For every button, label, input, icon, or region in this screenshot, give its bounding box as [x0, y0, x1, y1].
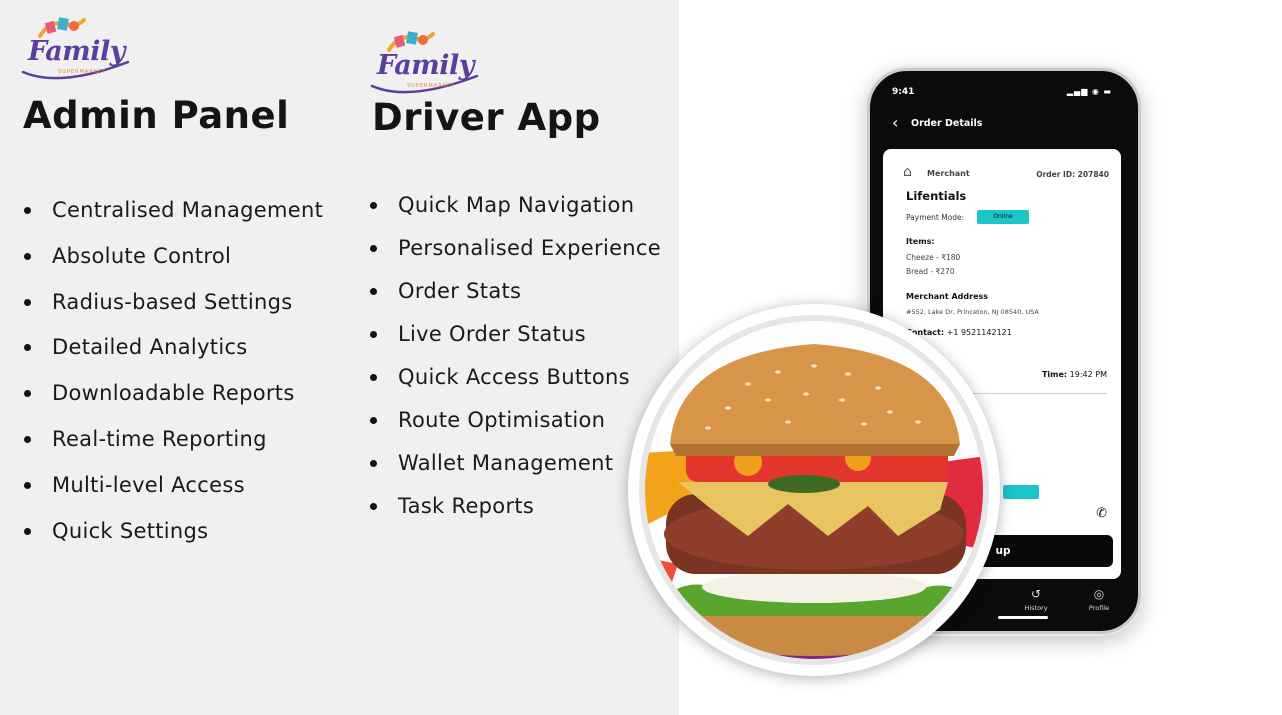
list-item: Centralised Management: [24, 197, 323, 223]
list-item: Order Stats: [370, 278, 661, 304]
list-item: Quick Map Navigation: [370, 192, 661, 218]
profile-icon: ◎: [1093, 587, 1105, 601]
driver-feature-list: Quick Map Navigation Personalised Experi…: [370, 192, 661, 536]
order-item: Bread - ₹270: [906, 267, 955, 276]
time-row: Time: 19:42 PM: [1042, 370, 1107, 379]
list-item: Quick Settings: [24, 518, 323, 544]
home-icon: ⌂: [903, 164, 912, 180]
list-item: Absolute Control: [24, 243, 323, 269]
logo-wordmark: Family: [377, 50, 474, 81]
tab-profile[interactable]: ◎ Profile: [1079, 587, 1119, 612]
list-item: Route Optimisation: [370, 407, 661, 433]
list-item: Task Reports: [370, 493, 661, 519]
screen-title: Order Details: [911, 118, 983, 129]
order-id: Order ID: 207840: [1036, 170, 1109, 179]
logo-wordmark: Family: [28, 36, 125, 67]
burger-image: [628, 304, 1000, 676]
driver-app-heading: Driver App: [372, 96, 601, 139]
order-item: Cheeze - ₹180: [906, 253, 961, 262]
time-label: Time:: [1041, 370, 1068, 379]
list-item: Radius-based Settings: [24, 289, 323, 315]
tab-history[interactable]: ↺ History: [1016, 587, 1056, 612]
signal-wifi-battery-icon: ▂▄▆ ◉ ▬: [1066, 87, 1112, 96]
list-item: Real-time Reporting: [24, 426, 323, 452]
payment-mode-label: Payment Mode:: [906, 213, 965, 222]
list-item: Multi-level Access: [24, 472, 323, 498]
list-item: Detailed Analytics: [24, 334, 323, 360]
merchant-label: Merchant: [927, 169, 970, 178]
status-badge: [1003, 485, 1039, 499]
payment-mode-badge: Online: [977, 210, 1029, 224]
logo-subtitle: SUPERMARKET: [58, 69, 107, 75]
list-item: Live Order Status: [370, 321, 661, 347]
admin-panel-heading: Admin Panel: [23, 94, 290, 137]
merchant-address: #552, Lake Dr, Princeton, NJ 08540, USA: [906, 308, 1039, 316]
list-item: Personalised Experience: [370, 235, 661, 261]
list-item: Quick Access Buttons: [370, 364, 661, 390]
admin-feature-list: Centralised Management Absolute Control …: [24, 197, 323, 563]
family-logo-driver: Family SUPERMARKET: [369, 28, 481, 96]
time-value: 19:42 PM: [1069, 370, 1107, 379]
history-icon: ↺: [1030, 587, 1042, 601]
home-indicator: [998, 616, 1048, 619]
list-item: Wallet Management: [370, 450, 661, 476]
phone-call-icon[interactable]: ✆: [1096, 506, 1107, 521]
family-logo-admin: Family SUPERMARKET: [20, 14, 132, 82]
logo-subtitle: SUPERMARKET: [407, 83, 456, 89]
merchant-name: Lifentials: [906, 189, 967, 203]
items-title: Items:: [906, 237, 935, 246]
contact-value: +1 9521142121: [946, 328, 1012, 337]
list-item: Downloadable Reports: [24, 380, 323, 406]
tab-label: History: [1024, 604, 1048, 612]
back-chevron-icon[interactable]: ‹: [892, 115, 898, 131]
status-time: 9:41: [892, 87, 915, 97]
contact-row: Contact: +1 9521142121: [906, 328, 1012, 337]
tab-label: Profile: [1088, 604, 1110, 612]
merchant-address-title: Merchant Address: [906, 292, 989, 301]
